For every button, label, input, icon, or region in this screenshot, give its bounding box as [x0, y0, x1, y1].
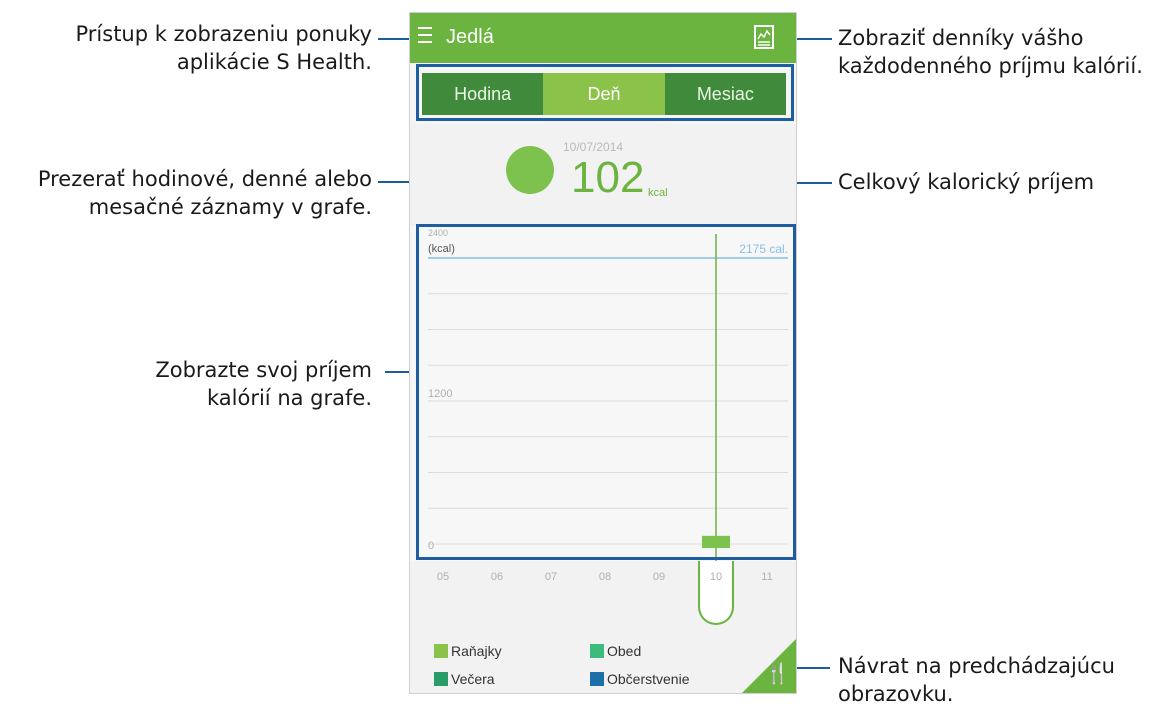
- x-tick: 08: [598, 571, 612, 583]
- intake-circle-icon: [506, 146, 554, 194]
- legend-swatch: [434, 672, 448, 686]
- x-axis[interactable]: 05 06 07 08 09 10 11: [410, 561, 796, 631]
- legend-item-lunch: Obed: [590, 643, 641, 659]
- annotation-back: Návrat na predchádzajúcu obrazovku.: [838, 654, 1115, 706]
- legend-swatch: [590, 672, 604, 686]
- menu-icon[interactable]: [418, 27, 432, 47]
- x-tick: 07: [544, 571, 558, 583]
- selected-time-label: 10: [709, 571, 723, 583]
- fork-knife-icon[interactable]: 🍴: [765, 661, 790, 685]
- annotation-logs: Zobraziť denníky vášho každodenného príj…: [838, 26, 1143, 78]
- annotation-total: Celkový kalorický príjem: [838, 170, 1095, 194]
- annotation-tabs: Prezerať hodinové, denné alebo mesačné z…: [37, 167, 372, 219]
- legend-item-dinner: Večera: [434, 671, 495, 687]
- x-tick: 06: [490, 571, 504, 583]
- selected-time-handle[interactable]: 10: [698, 561, 734, 625]
- total-calories-unit: kcal: [648, 187, 668, 199]
- app-bar: Jedlá: [410, 13, 796, 63]
- logs-icon[interactable]: [754, 25, 774, 49]
- legend-swatch: [590, 644, 604, 658]
- annotation-graph: Zobrazte svoj príjem kalórií na grafe.: [155, 358, 372, 410]
- app-title: Jedlá: [446, 26, 494, 48]
- logs-chart-glyph: [757, 29, 771, 46]
- highlight-tabs: [416, 64, 794, 121]
- summary-panel: 10/07/2014 102 kcal: [410, 124, 796, 224]
- legend-item-snack: Občerstvenie: [590, 671, 689, 687]
- x-tick: 11: [761, 571, 773, 583]
- legend-item-breakfast: Raňajky: [434, 643, 502, 659]
- summary-date: 10/07/2014: [563, 140, 624, 154]
- legend: Raňajky Obed Večera Občerstvenie 🍴: [410, 631, 796, 693]
- x-tick: 09: [652, 571, 666, 583]
- total-calories: 102: [571, 153, 645, 202]
- highlight-graph: [416, 224, 796, 560]
- x-tick: 05: [436, 571, 450, 583]
- annotation-menu: Prístup k zobrazeniu ponuky aplikácie S …: [75, 22, 372, 74]
- callout-line-menu: [378, 38, 412, 40]
- legend-swatch: [434, 644, 448, 658]
